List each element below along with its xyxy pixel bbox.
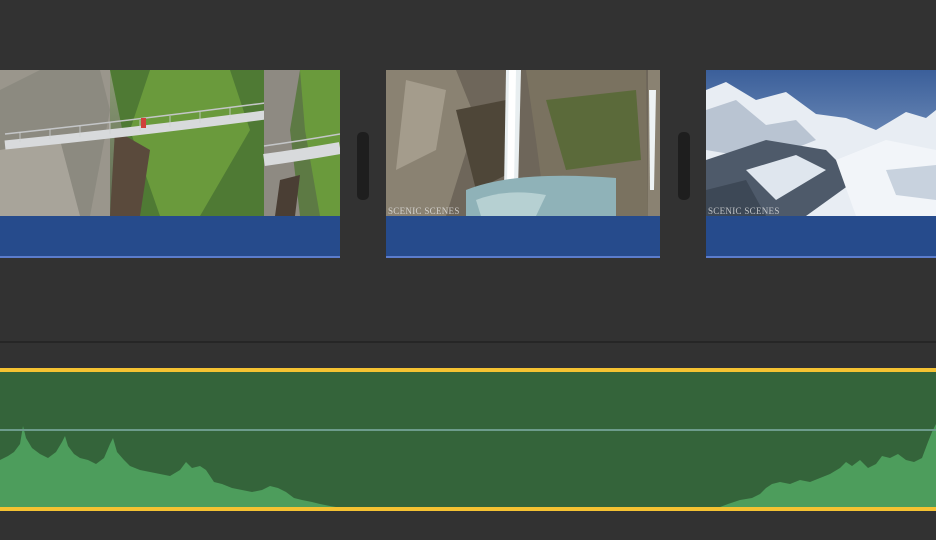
- transition-handle-2[interactable]: [678, 132, 690, 200]
- clip-thumbnail-bridge: [0, 70, 340, 216]
- clip-thumbnail-mountains: [706, 70, 936, 216]
- clip-bar-waterfall: Scenic Scenes: [386, 206, 660, 258]
- transition-handle-1[interactable]: [357, 132, 369, 200]
- clip-thumbnail-waterfall: [386, 70, 660, 216]
- timeline: Scenic Scenes Scenic: [0, 0, 936, 540]
- track-divider: [0, 341, 936, 343]
- video-clip-mountains[interactable]: Scenic Scenes: [706, 70, 936, 260]
- clip-caption: Scenic Scenes: [388, 206, 460, 216]
- video-clip-bridge[interactable]: [0, 70, 340, 260]
- clip-bar-mountains: Scenic Scenes: [706, 206, 936, 258]
- audio-track[interactable]: [0, 368, 936, 511]
- video-clip-waterfall[interactable]: Scenic Scenes: [386, 70, 660, 260]
- clip-caption: Scenic Scenes: [708, 206, 780, 216]
- clip-bar-bridge: [0, 216, 340, 258]
- audio-waveform: [0, 424, 936, 507]
- volume-line[interactable]: [0, 429, 936, 431]
